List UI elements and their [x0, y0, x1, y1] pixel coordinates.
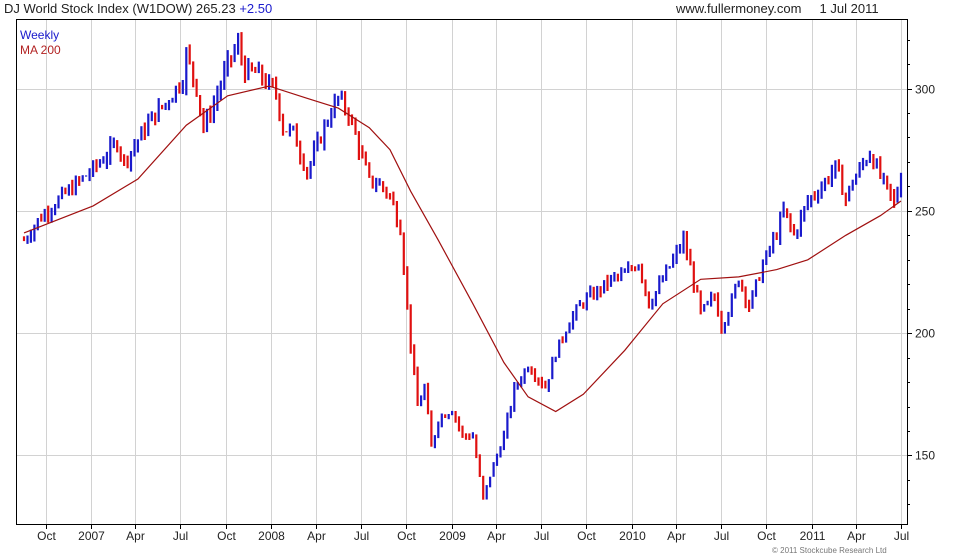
y-tick-label: 150: [915, 449, 935, 463]
x-tick-label: Jul: [714, 529, 729, 543]
x-tick-label: Apr: [487, 529, 506, 543]
y-tick-label: 200: [915, 327, 935, 341]
y-tick-label: 250: [915, 205, 935, 219]
x-tick-label: 2009: [439, 529, 466, 543]
x-tick-label: 2011: [800, 529, 826, 543]
legend-weekly: Weekly: [20, 28, 60, 42]
price-chart: 150 200 250 300 Oct 2007 Apr Jul Oct 2008 Apr Jul O…: [16, 19, 935, 543]
x-tick-label: Apr: [847, 529, 866, 543]
copyright-note: © 2011 Stockcube Research Ltd: [772, 546, 887, 555]
x-tick-label: Apr: [307, 529, 326, 543]
x-tick-label: Oct: [757, 529, 776, 543]
x-tick-label: Jul: [894, 529, 909, 543]
x-tick-label: 2008: [258, 529, 285, 543]
x-tick-label: Oct: [397, 529, 416, 543]
x-tick-label: 2010: [619, 529, 646, 543]
x-tick-label: Apr: [667, 529, 686, 543]
x-tick-label: Apr: [126, 529, 145, 543]
x-tick-label: Oct: [217, 529, 236, 543]
x-tick-label: Jul: [534, 529, 549, 543]
x-tick-label: Oct: [37, 529, 56, 543]
x-tick-label: Jul: [354, 529, 369, 543]
x-tick-label: Jul: [173, 529, 188, 543]
plot-frame: [16, 19, 908, 525]
x-tick-label: Oct: [577, 529, 596, 543]
x-tick-label: 2007: [78, 529, 105, 543]
legend-ma200: MA 200: [20, 43, 61, 57]
y-tick-label: 300: [915, 83, 935, 97]
